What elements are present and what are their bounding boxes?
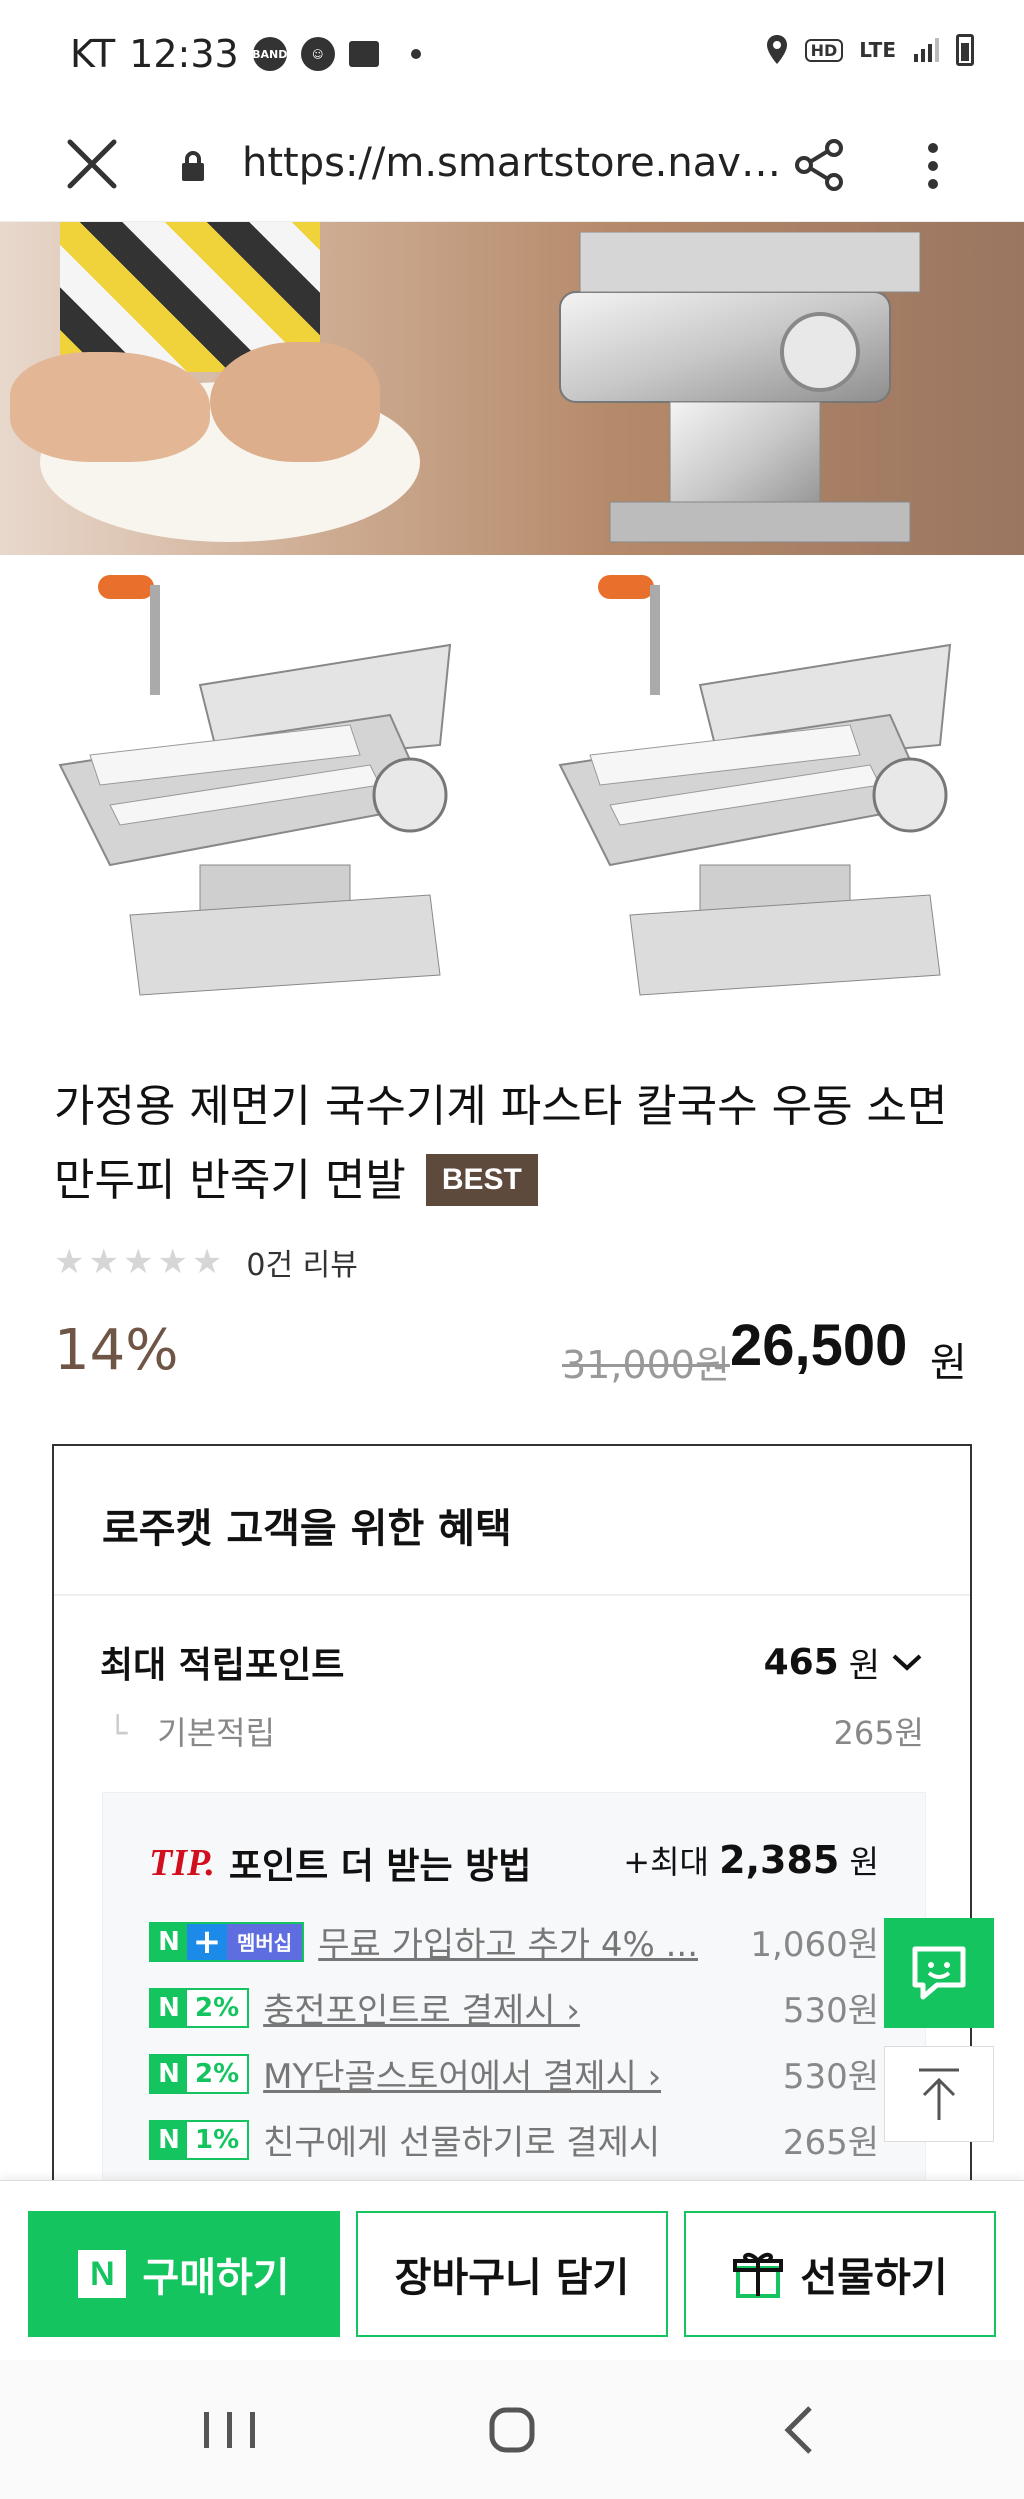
tip-row-charge[interactable]: N 2% 충전포인트로 결제시 › 530원 [149, 1983, 879, 2032]
tip-max-value: 2,385 [719, 1838, 840, 1882]
carrier-label: KT [70, 32, 116, 76]
scroll-top-button[interactable] [884, 2046, 994, 2142]
close-icon[interactable] [62, 134, 122, 194]
discount-rate: 14% [54, 1318, 179, 1383]
tip-row-text[interactable]: 충전포인트로 결제시 › [263, 1983, 580, 2032]
max-points-label: 최대 적립포인트 [100, 1645, 345, 1686]
add-to-cart-button[interactable]: 장바구니 담기 [356, 2211, 668, 2337]
scroll-top-icon [919, 2068, 959, 2120]
naver-n-icon: N [151, 1989, 187, 2026]
pasta-machine-image-2[interactable] [550, 575, 970, 1015]
rating-row[interactable]: ★★★★★ 0건 리뷰 [54, 1240, 358, 1284]
tip-title: 포인트 더 받는 방법 [228, 1846, 532, 1887]
pasta-machine-image [559, 232, 921, 543]
tip-row-gift: N 1% 친구에게 선물하기로 결제시 265원 [149, 2115, 879, 2164]
tip-row-membership[interactable]: N + 멤버십 무료 가입하고 추가 4% ... 1,060원 [149, 1917, 879, 1966]
clock: 12:33 [129, 32, 239, 76]
percent-badge: N 2% [149, 2053, 250, 2094]
naver-n-icon: N [151, 2055, 187, 2092]
max-points-row[interactable]: 최대 적립포인트 465 원 [100, 1636, 924, 1688]
app-notification-icon: ☺ [300, 37, 335, 71]
max-points-value: 465 [763, 1641, 839, 1683]
tip-row-text[interactable]: 무료 가입하고 추가 4% ... [318, 1917, 698, 1966]
percent-badge: N 2% [149, 1987, 250, 2028]
tip-row-mystore[interactable]: N 2% MY단골스토어에서 결제시 › 530원 [149, 2049, 879, 2098]
review-count[interactable]: 0건 리뷰 [246, 1240, 357, 1284]
pasta-machine-image-1[interactable] [50, 575, 470, 1015]
cart-button-label: 장바구니 담기 [394, 2255, 630, 2301]
hd-icon: HD [804, 38, 844, 62]
lock-icon [182, 151, 204, 181]
tip-row-value: 530원 [782, 1991, 879, 2031]
benefit-header: 로주캣 고객을 위한 혜택 [54, 1446, 970, 1596]
bottom-action-bar: N 구매하기 장바구니 담기 선물하기 [0, 2180, 1024, 2360]
tip-row-text[interactable]: MY단골스토어에서 결제시 › [263, 2049, 661, 2098]
tip-label: TIP. [149, 1842, 215, 1884]
price-unit: 원 [930, 1340, 967, 1386]
tip-max-unit: 원 [849, 1843, 879, 1881]
gift-button[interactable]: 선물하기 [684, 2211, 996, 2337]
tip-row-text: 친구에게 선물하기로 결제시 [263, 2123, 661, 2163]
buy-button[interactable]: N 구매하기 [28, 2211, 340, 2337]
browser-url-bar: https://m.smartstore.naver... [0, 110, 1024, 222]
status-right: HD LTE [765, 34, 974, 66]
share-icon[interactable] [790, 136, 848, 194]
battery-icon [956, 34, 974, 66]
basic-points-label: 기본적립 [100, 1708, 275, 1754]
basic-points-row: 기본적립 265원 [100, 1708, 924, 1754]
chat-button[interactable] [884, 1918, 994, 2028]
sale-price: 26,500 [730, 1313, 908, 1378]
star-rating-icon: ★★★★★ [54, 1242, 227, 1282]
tip-heading: TIP. 포인트 더 받는 방법 [149, 1837, 531, 1889]
buy-button-label: 구매하기 [142, 2255, 290, 2301]
product-title: 가정용 제면기 국수기계 파스타 칼국수 우동 소면 만두피 반죽기 면발 BE… [54, 1070, 984, 1218]
home-icon[interactable] [472, 2400, 552, 2460]
system-nav-bar [0, 2360, 1024, 2499]
benefit-box: 로주캣 고객을 위한 혜택 최대 적립포인트 465 원 기본적립 265원 T… [52, 1444, 972, 2184]
hand-left-image [10, 352, 210, 462]
back-icon[interactable] [760, 2400, 840, 2460]
naver-logo-icon: N [78, 2250, 127, 2298]
naver-n-icon: N [151, 1923, 187, 1960]
product-gallery [0, 555, 1024, 1035]
naver-n-icon: N [151, 2121, 187, 2158]
tip-max: +최대 2,385 원 [623, 1837, 879, 1883]
tip-row-value: 1,060원 [750, 1925, 879, 1965]
recent-apps-icon[interactable] [190, 2400, 270, 2460]
tip-row-value: 530원 [782, 2057, 879, 2097]
hand-right-image [210, 342, 380, 462]
status-bar: KT 12:33 BAND ☺ HD LTE [0, 0, 1024, 110]
best-badge: BEST [425, 1154, 538, 1206]
band-notification-icon: BAND [252, 37, 287, 71]
gift-button-label: 선물하기 [800, 2255, 948, 2301]
gallery-notification-icon [348, 41, 379, 67]
basic-points-value: 265원 [833, 1714, 924, 1752]
original-price: 31,000원 [562, 1343, 730, 1387]
signal-icon [914, 38, 939, 62]
location-icon [766, 35, 787, 64]
more-notifications-dot [410, 49, 421, 59]
more-icon[interactable] [915, 136, 951, 196]
network-label: LTE [859, 38, 896, 62]
gift-icon [733, 2252, 784, 2298]
product-hero-image [0, 222, 1024, 555]
chat-icon [912, 1946, 966, 2000]
tip-max-prefix: +최대 [623, 1843, 709, 1881]
tip-box: TIP. 포인트 더 받는 방법 +최대 2,385 원 N + 멤버십 무료 … [102, 1792, 926, 2184]
max-points-unit: 원 [848, 1645, 880, 1686]
plus-icon: + [187, 1922, 227, 1962]
chevron-down-icon[interactable] [890, 1650, 924, 1674]
url-text[interactable]: https://m.smartstore.naver... [242, 140, 782, 186]
status-left: KT 12:33 BAND ☺ [70, 32, 421, 76]
percent-badge: N 1% [149, 2119, 250, 2160]
tip-row-value: 265원 [782, 2123, 879, 2163]
membership-badge: N + 멤버십 [149, 1921, 305, 1962]
